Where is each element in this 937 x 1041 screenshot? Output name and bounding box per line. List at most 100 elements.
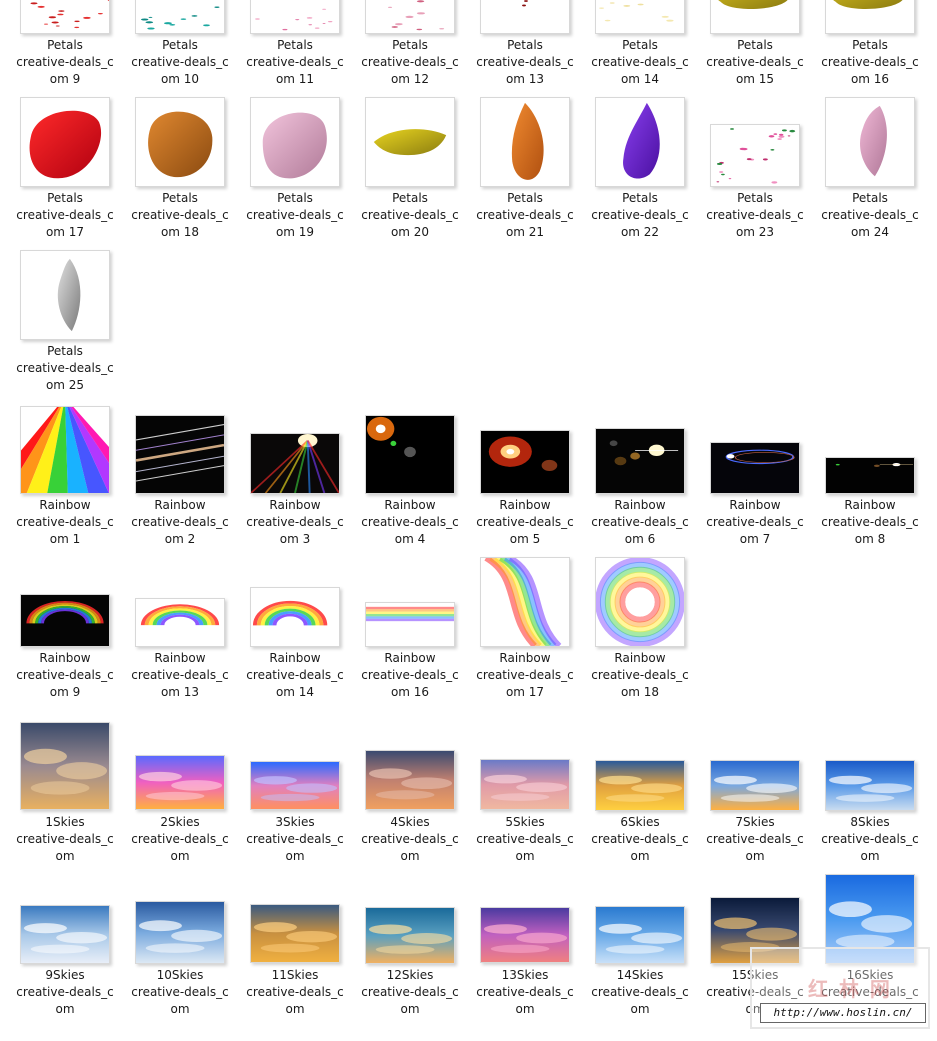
thumbnail-rb-curve[interactable] <box>480 557 570 647</box>
file-name-label: Petals creative-deals_c om 23 <box>700 190 810 241</box>
thumbnail-petals-darkred[interactable] <box>480 0 570 34</box>
file-name-line: creative-deals_c <box>131 668 229 682</box>
file-name-line: 12Skies <box>386 968 434 982</box>
file-name-line: om 25 <box>45 378 85 392</box>
file-name-line: om <box>630 1002 650 1016</box>
thumbnail-petals-cream[interactable] <box>595 0 685 34</box>
file-name-line: 9Skies <box>45 968 85 982</box>
thumbnail-petals-mixed[interactable] <box>710 124 800 187</box>
thumbnail-petals-scatter-red[interactable] <box>20 0 110 34</box>
thumbnail-petal-orange-brown[interactable] <box>135 97 225 187</box>
file-name-line: om 23 <box>735 225 775 239</box>
thumbnail-sky-magenta[interactable] <box>135 755 225 810</box>
thumbnail-petal-grey[interactable] <box>20 250 110 340</box>
file-name-line: Petals <box>392 191 428 205</box>
thumbnail-petals-pink-sparse[interactable] <box>250 0 340 34</box>
file-name-label: 14Skies creative-deals_c om <box>585 967 695 1018</box>
file-name-line: creative-deals_c <box>591 55 689 69</box>
file-name-line: creative-deals_c <box>591 208 689 222</box>
file-name-line: creative-deals_c <box>16 668 114 682</box>
thumbnail-petals-pink[interactable] <box>365 0 455 34</box>
thumbnail-rb-sun-red[interactable] <box>480 430 570 494</box>
file-name-label: Petals creative-deals_c om 16 <box>815 37 925 88</box>
thumbnail-petal-red[interactable] <box>20 97 110 187</box>
file-name-line: Petals <box>507 38 543 52</box>
thumbnail-rb-arc-half[interactable] <box>250 587 340 647</box>
file-name-line: 11Skies <box>271 968 319 982</box>
file-name-label: 9Skies creative-deals_c om <box>10 967 120 1018</box>
thumbnail-sky-teal-gold[interactable] <box>365 907 455 964</box>
file-name-line: Petals <box>852 38 888 52</box>
thumbnail-rb-arc-dark[interactable] <box>20 594 110 647</box>
file-name-line: creative-deals_c <box>821 832 919 846</box>
file-name-line: om 5 <box>509 532 541 546</box>
thumbnail-rb-ring-blue[interactable] <box>710 442 800 494</box>
file-name-label: Rainbow creative-deals_c om 13 <box>125 650 235 701</box>
thumbnail-sky-sunset-blue[interactable] <box>710 760 800 811</box>
file-name-line: om 3 <box>279 532 311 546</box>
file-name-line: Petals <box>852 191 888 205</box>
thumbnail-sky-golden[interactable] <box>595 760 685 811</box>
file-name-line: om 13 <box>160 685 200 699</box>
file-name-line: om 7 <box>739 532 771 546</box>
file-name-line: creative-deals_c <box>131 515 229 529</box>
file-name-line: om 16 <box>850 72 890 86</box>
thumbnail-petal-yellow-big[interactable] <box>710 0 800 34</box>
file-name-line: Petals <box>47 191 83 205</box>
file-name-line: creative-deals_c <box>476 668 574 682</box>
thumbnail-rb-rays[interactable] <box>20 406 110 494</box>
thumbnail-sky-storm[interactable] <box>365 750 455 810</box>
thumbnail-sky-sun-clouds[interactable] <box>20 905 110 964</box>
file-name-label: Rainbow creative-deals_c om 7 <box>700 497 810 548</box>
thumbnail-sky-dusk[interactable] <box>20 722 110 810</box>
file-name-line: 5Skies <box>505 815 545 829</box>
file-name-label: Petals creative-deals_c om 13 <box>470 37 580 88</box>
thumbnail-rb-star[interactable] <box>825 457 915 494</box>
file-name-line: creative-deals_c <box>246 832 344 846</box>
thumbnail-petal-yellow-curl[interactable] <box>365 97 455 187</box>
file-name-label: Petals creative-deals_c om 18 <box>125 190 235 241</box>
thumbnail-sky-cloudy[interactable] <box>135 901 225 964</box>
thumbnail-petal-pink-round[interactable] <box>250 97 340 187</box>
file-name-line: Rainbow <box>384 498 436 512</box>
thumbnail-rb-band[interactable] <box>365 602 455 647</box>
thumbnail-sky-violet[interactable] <box>480 907 570 963</box>
file-name-label: Rainbow creative-deals_c om 14 <box>240 650 350 701</box>
file-name-line: creative-deals_c <box>131 832 229 846</box>
file-name-label: Petals creative-deals_c om 15 <box>700 37 810 88</box>
thumbnail-petal-purple[interactable] <box>595 97 685 187</box>
file-name-line: Petals <box>507 191 543 205</box>
thumbnail-sky-pastel[interactable] <box>480 759 570 810</box>
file-name-line: Petals <box>162 38 198 52</box>
thumbnail-sky-amber[interactable] <box>250 904 340 963</box>
thumbnail-sky-blue-pink[interactable] <box>250 761 340 810</box>
file-name-line: om <box>170 1002 190 1016</box>
thumbnail-petals-teal[interactable] <box>135 0 225 34</box>
thumbnail-rb-streaks[interactable] <box>135 415 225 494</box>
file-icon-grid: Petals creative-deals_c om 9 Petals creative… <box>0 0 937 1041</box>
thumbnail-sky-cumulus[interactable] <box>595 906 685 964</box>
file-name-line: 6Skies <box>620 815 660 829</box>
thumbnail-rb-flare-bokeh[interactable] <box>595 428 685 494</box>
thumbnail-rb-flare-orange[interactable] <box>365 415 455 494</box>
file-name-line: creative-deals_c <box>246 55 344 69</box>
thumbnail-petal-orange-tall[interactable] <box>480 97 570 187</box>
thumbnail-sky-day[interactable] <box>825 760 915 811</box>
file-name-line: om 18 <box>620 685 660 699</box>
file-name-line: creative-deals_c <box>16 208 114 222</box>
thumbnail-rb-burst[interactable] <box>250 433 340 494</box>
file-name-label: Petals creative-deals_c om 22 <box>585 190 695 241</box>
file-name-line: om 2 <box>164 532 196 546</box>
file-name-line: Petals <box>737 38 773 52</box>
file-name-line: om 10 <box>160 72 200 86</box>
file-name-line: creative-deals_c <box>131 985 229 999</box>
thumbnail-rb-halo[interactable] <box>595 557 685 647</box>
file-name-line: om <box>630 849 650 863</box>
file-name-label: Rainbow creative-deals_c om 1 <box>10 497 120 548</box>
thumbnail-rb-arc-soft[interactable] <box>135 598 225 647</box>
file-name-line: Petals <box>277 38 313 52</box>
thumbnail-petal-yellow-big[interactable] <box>825 0 915 34</box>
file-name-line: om <box>285 1002 305 1016</box>
file-name-label: Rainbow creative-deals_c om 8 <box>815 497 925 548</box>
thumbnail-petal-pink-tall[interactable] <box>825 97 915 187</box>
